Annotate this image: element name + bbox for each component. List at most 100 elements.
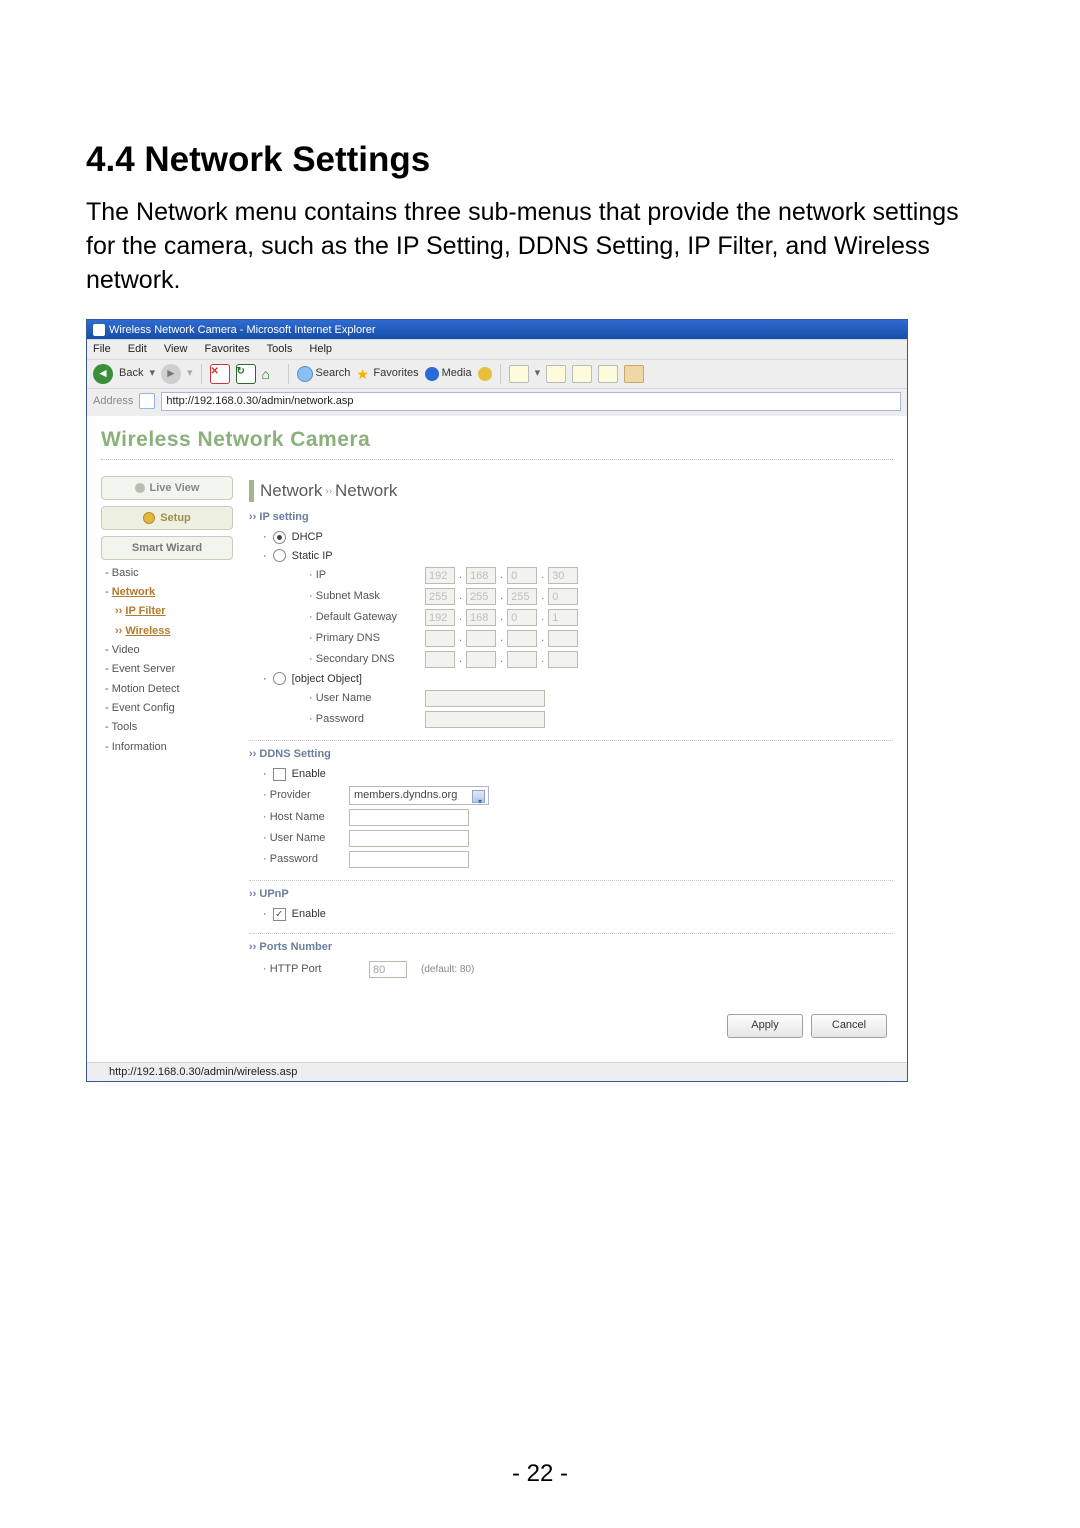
sm-oct3[interactable]: 255 [507,588,537,605]
history-button[interactable] [478,367,492,381]
ip-oct1[interactable]: 192 [425,567,455,584]
sd-oct2[interactable] [466,651,496,668]
pd-oct3[interactable] [507,630,537,647]
ddns-enable-row[interactable]: Enable [263,767,893,781]
subnet-row: Subnet Mask 255. 255. 255. 0 [309,588,893,605]
mail-button[interactable] [509,365,529,383]
pd-oct2[interactable] [466,630,496,647]
gw-oct4[interactable]: 1 [548,609,578,626]
dhcp-radio[interactable] [273,531,286,544]
browser-toolbar: ◄ Back ▾ ► ▾ ✕ ↻ ⌂ Search ★Favorites Med… [87,359,907,388]
ip-oct2[interactable]: 168 [466,567,496,584]
menu-edit[interactable]: Edit [128,343,147,355]
pppoe-user-input[interactable] [425,690,545,707]
sm-oct1[interactable]: 255 [425,588,455,605]
ddns-provider-row: Provider members.dyndns.org▾ [263,786,893,805]
radio-static-row[interactable]: Static IP [263,549,893,563]
sidebar: Live View Setup Smart Wizard Basic Netwo… [101,476,233,1044]
ports-header: Ports Number [249,940,893,954]
sm-oct2[interactable]: 255 [466,588,496,605]
ip-oct3[interactable]: 0 [507,567,537,584]
print-button[interactable] [546,365,566,383]
nav-event-config[interactable]: Event Config [105,701,233,715]
back-button[interactable]: ◄ [93,364,113,384]
http-port-hint: (default: 80) [421,963,474,976]
upnp-enable-row[interactable]: ✓ Enable [263,907,893,921]
nav-ipfilter[interactable]: IP Filter [115,604,233,618]
ddns-pass-input[interactable] [349,851,469,868]
pdns-row: Primary DNS . . . [309,630,893,647]
refresh-button[interactable]: ↻ [236,364,256,384]
nav-network[interactable]: Network IP Filter Wireless [105,585,233,638]
gw-oct2[interactable]: 168 [466,609,496,626]
page-title: Wireless Network Camera [101,426,893,460]
browser-menubar[interactable]: File Edit View Favorites Tools Help [87,339,907,358]
page-icon [93,1066,105,1078]
nav-event-server[interactable]: Event Server [105,662,233,676]
menu-tools[interactable]: Tools [267,343,293,355]
ie-icon [93,324,105,336]
page-icon [139,393,155,409]
ddns-user-input[interactable] [349,830,469,847]
radio-pppoe-row[interactable]: [object Object] [263,672,893,686]
address-input[interactable]: http://192.168.0.30/admin/network.asp [161,392,901,411]
sd-oct1[interactable] [425,651,455,668]
radio-dhcp-row[interactable]: DHCP [263,530,893,544]
sm-oct4[interactable]: 0 [548,588,578,605]
forward-button[interactable]: ► [161,364,181,384]
main-content: Network››Network IP setting DHCP Static … [249,476,893,1044]
media-button[interactable]: Media [425,366,472,380]
tab-setup[interactable]: Setup [101,506,233,530]
ie-window: Wireless Network Camera - Microsoft Inte… [86,319,908,1082]
menu-file[interactable]: File [93,343,111,355]
static-ip-radio[interactable] [273,549,286,562]
sd-oct3[interactable] [507,651,537,668]
upnp-enable-checkbox[interactable]: ✓ [273,908,286,921]
ddns-enable-label: Enable [292,767,326,781]
menu-view[interactable]: View [164,343,188,355]
setup-icon [143,512,155,524]
ip-setting-header: IP setting [249,510,893,524]
tab-smart-wizard[interactable]: Smart Wizard [101,536,233,560]
pd-oct1[interactable] [425,630,455,647]
home-button[interactable]: ⌂ [262,365,280,383]
tab-live-view[interactable]: Live View [101,476,233,500]
ddns-host-row: Host Name [263,809,893,826]
edit-button[interactable] [572,365,592,383]
apply-button[interactable]: Apply [727,1014,803,1038]
pppoe-pass-input[interactable] [425,711,545,728]
research-button[interactable] [624,365,644,383]
action-buttons: Apply Cancel [249,1014,887,1038]
pppoe-pass-row: Password [309,711,893,728]
cancel-button[interactable]: Cancel [811,1014,887,1038]
nav-information[interactable]: Information [105,740,233,754]
dhcp-label: DHCP [292,530,323,544]
doc-heading: 4.4 Network Settings [86,140,994,180]
http-port-input[interactable]: 80 [369,961,407,978]
sd-oct4[interactable] [548,651,578,668]
menu-help[interactable]: Help [309,343,332,355]
live-view-icon [135,483,145,493]
search-button[interactable]: Search [297,366,351,382]
pppoe-radio[interactable] [273,672,286,685]
back-label[interactable]: Back [119,366,143,380]
ddns-provider-select[interactable]: members.dyndns.org▾ [349,786,489,805]
ip-row: IP 192. 168. 0. 30 [309,567,893,584]
pppoe-label: [object Object] [292,672,362,686]
pd-oct4[interactable] [548,630,578,647]
nav-motion-detect[interactable]: Motion Detect [105,682,233,696]
gw-oct3[interactable]: 0 [507,609,537,626]
ddns-enable-checkbox[interactable] [273,768,286,781]
nav-tools[interactable]: Tools [105,720,233,734]
ip-oct4[interactable]: 30 [548,567,578,584]
discuss-button[interactable] [598,365,618,383]
gateway-row: Default Gateway 192. 168. 0. 1 [309,609,893,626]
nav-basic[interactable]: Basic [105,566,233,580]
nav-video[interactable]: Video [105,643,233,657]
nav-wireless[interactable]: Wireless [115,624,233,638]
ddns-host-input[interactable] [349,809,469,826]
gw-oct1[interactable]: 192 [425,609,455,626]
stop-button[interactable]: ✕ [210,364,230,384]
menu-favorites[interactable]: Favorites [205,343,250,355]
favorites-button[interactable]: ★Favorites [356,366,418,380]
